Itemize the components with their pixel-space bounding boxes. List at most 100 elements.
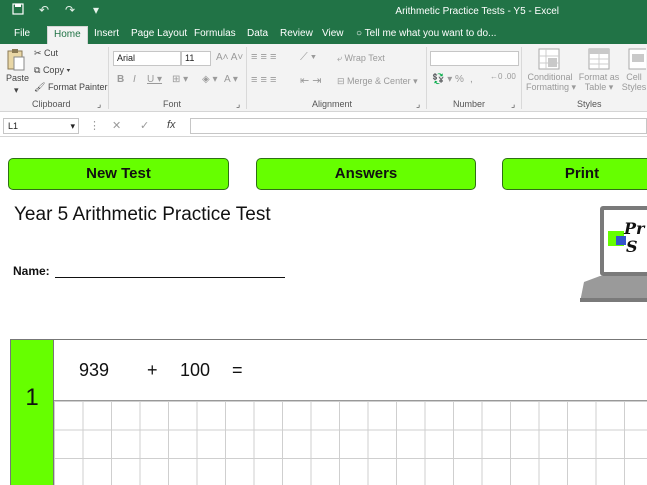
- svg-text:S: S: [626, 237, 638, 256]
- tab-view[interactable]: View: [316, 26, 350, 44]
- svg-text:Pr: Pr: [623, 219, 646, 238]
- merge-icon: ⊟: [337, 76, 348, 86]
- separator: [246, 47, 247, 109]
- number-group-label: Number: [453, 99, 486, 109]
- tab-page-layout[interactable]: Page Layout: [125, 26, 193, 44]
- tell-me-box[interactable]: ○ Tell me what you want to do...: [350, 26, 502, 44]
- question-number: 1: [10, 340, 54, 485]
- paste-dropdown-icon[interactable]: ▾: [14, 85, 19, 96]
- operator: +: [147, 360, 158, 380]
- font-size-value: 11: [185, 53, 195, 63]
- bold-button[interactable]: B: [117, 74, 124, 85]
- conditional-formatting-icon[interactable]: [538, 48, 560, 72]
- separator: [426, 47, 427, 109]
- font-name-value: Arial: [117, 53, 136, 63]
- wrap-text-icon: ⤶: [337, 53, 345, 63]
- wrap-text-button[interactable]: ⤶ Wrap Text: [337, 53, 385, 64]
- working-grid[interactable]: [54, 400, 647, 485]
- page-title: Year 5 Arithmetic Practice Test: [14, 204, 271, 225]
- indent-icon[interactable]: ⇤ ⇥: [300, 74, 322, 87]
- scissors-icon: ✂: [34, 48, 45, 58]
- italic-button[interactable]: I: [133, 74, 136, 85]
- grow-font-icon[interactable]: A˄ A˅: [216, 52, 243, 63]
- paste-button[interactable]: Paste: [6, 73, 29, 83]
- table-label: Table ▾: [584, 82, 614, 92]
- window-title: Arithmetic Practice Tests - Y5 - Excel: [395, 6, 559, 17]
- alignment-launcher-icon[interactable]: ⌟: [416, 99, 420, 110]
- operand-a: 939: [79, 360, 110, 380]
- font-group-label: Font: [163, 99, 182, 109]
- print-button[interactable]: Print: [502, 158, 647, 190]
- name-box-value: L1: [8, 121, 19, 131]
- font-launcher-icon[interactable]: ⌟: [236, 99, 240, 110]
- formula-bar: L1 ▾ ⋮ ✕ ✓ fx: [0, 115, 647, 137]
- formula-options-icon[interactable]: ⋮: [89, 119, 100, 132]
- number-launcher-icon[interactable]: ⌟: [511, 99, 515, 110]
- tab-data[interactable]: Data: [241, 26, 274, 44]
- name-box[interactable]: L1 ▾: [3, 118, 79, 134]
- clipboard-launcher-icon[interactable]: ⌟: [97, 99, 101, 110]
- top-align-icon[interactable]: ≡ ≡ ≡: [251, 51, 276, 63]
- answers-button[interactable]: Answers: [256, 158, 476, 190]
- cut-label: Cut: [44, 48, 59, 58]
- formatting-label-text: Formatting: [526, 82, 570, 92]
- conditional-formatting-button[interactable]: Conditional Formatting ▾: [526, 72, 576, 93]
- underline-button[interactable]: U ▾: [147, 74, 162, 85]
- insert-function-icon[interactable]: fx: [167, 119, 176, 131]
- name-box-dropdown-icon[interactable]: ▾: [70, 119, 75, 133]
- merge-center-label: Merge & Center: [347, 76, 411, 86]
- format-painter-label: Format Painter: [47, 82, 108, 92]
- cut-button[interactable]: ✂ Cut: [34, 48, 58, 59]
- borders-icon[interactable]: ⊞ ▾: [172, 74, 188, 85]
- font-color-icon[interactable]: A ▾: [224, 74, 238, 85]
- copy-label: Copy: [42, 65, 64, 75]
- tab-home[interactable]: Home: [47, 26, 88, 44]
- font-name-select[interactable]: Arial: [113, 51, 181, 66]
- styles-label: Styles: [621, 82, 647, 92]
- separator: [108, 47, 109, 109]
- alignment-group-label: Alignment: [312, 99, 353, 109]
- logo-laptop-icon: Pr S: [580, 204, 647, 304]
- left-align-icon[interactable]: ≡ ≡ ≡: [251, 74, 276, 86]
- cancel-icon[interactable]: ✕: [112, 119, 121, 132]
- format-painter-button[interactable]: 🖌 Format Painter: [34, 82, 107, 93]
- enter-icon[interactable]: ✓: [140, 119, 149, 132]
- formula-input[interactable]: [190, 118, 647, 134]
- equals-sign: =: [232, 360, 243, 380]
- styles-group-label: Styles: [577, 99, 602, 109]
- wrap-text-label: Wrap Text: [344, 53, 385, 63]
- name-label: Name:: [13, 264, 50, 278]
- orientation-icon[interactable]: ⟋ ▾: [300, 51, 316, 64]
- ribbon-tabs: File Home Insert Page Layout Formulas Da…: [0, 24, 647, 44]
- copy-button[interactable]: ⧉ Copy ▾: [34, 65, 70, 76]
- cell-styles-button[interactable]: Cell Styles: [621, 72, 647, 92]
- tab-review[interactable]: Review: [274, 26, 319, 44]
- format-as-table-icon[interactable]: [588, 48, 610, 72]
- conditional-label: Conditional: [527, 72, 573, 82]
- tab-formulas[interactable]: Formulas: [188, 26, 242, 44]
- cell-styles-icon[interactable]: [628, 48, 647, 72]
- new-test-button[interactable]: New Test: [8, 158, 229, 190]
- cell-label: Cell: [626, 72, 642, 82]
- format-as-label: Format as: [578, 72, 620, 82]
- comma-icon[interactable]: ,: [470, 74, 473, 85]
- decimal-buttons-icon[interactable]: ←0 .00: [490, 72, 516, 81]
- format-as-table-button[interactable]: Format as Table ▾: [577, 72, 621, 93]
- font-size-select[interactable]: 11: [181, 51, 211, 66]
- tell-me-text: Tell me what you want to do...: [364, 28, 497, 39]
- fill-color-icon[interactable]: ◈ ▾: [202, 74, 218, 85]
- number-format-select[interactable]: [430, 51, 519, 66]
- copy-icon: ⧉: [34, 65, 43, 75]
- tab-insert[interactable]: Insert: [88, 26, 125, 44]
- percent-button[interactable]: %: [455, 74, 464, 85]
- title-bar: ↶ ↷ ▾ Arithmetic Practice Tests - Y5 - E…: [0, 0, 647, 24]
- separator: [521, 47, 522, 109]
- paintbrush-icon: 🖌: [34, 82, 48, 92]
- paste-icon[interactable]: [6, 48, 26, 74]
- operand-b: 100: [180, 360, 211, 380]
- tab-file[interactable]: File: [8, 26, 36, 44]
- currency-icon[interactable]: 💱 ▾: [432, 74, 452, 85]
- worksheet: New Test Answers Print Year 5 Arithmetic…: [0, 144, 647, 485]
- ribbon: Paste ▾ ✂ Cut ⧉ Copy ▾ 🖌 Format Painter …: [0, 44, 647, 112]
- merge-center-button[interactable]: ⊟ Merge & Center ▾: [337, 76, 418, 87]
